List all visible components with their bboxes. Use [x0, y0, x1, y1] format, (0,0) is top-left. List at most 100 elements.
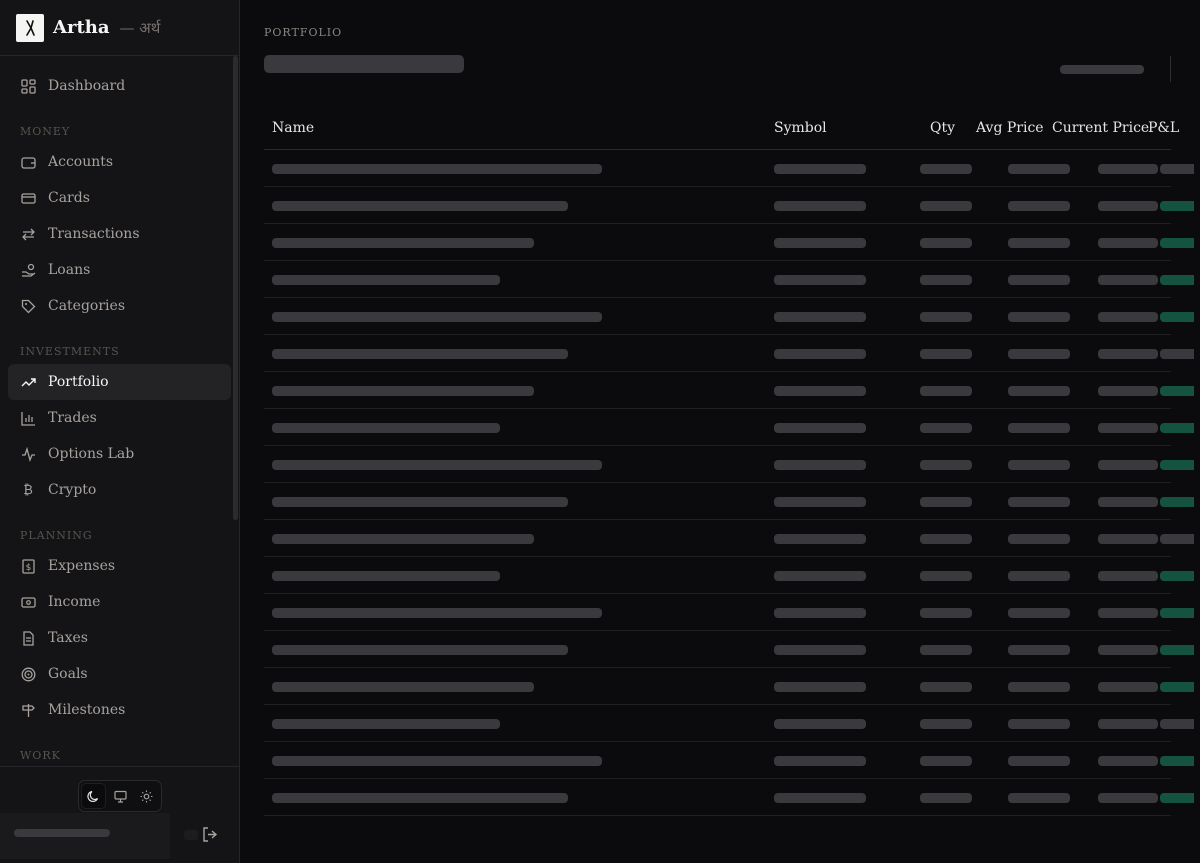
name-cell-skeleton: [272, 756, 602, 766]
column-header-name[interactable]: Name: [272, 120, 314, 136]
section-label-investments: INVESTMENTS: [20, 345, 120, 358]
pl-cell-skeleton: [1160, 756, 1194, 766]
sidebar-item-loans[interactable]: Loans: [8, 252, 231, 288]
sidebar-item-income[interactable]: Income: [8, 584, 231, 620]
table-row-skeleton: [264, 520, 1194, 557]
current-price-cell-skeleton: [1098, 645, 1158, 655]
pl-cell-skeleton: [1160, 571, 1194, 581]
name-cell-skeleton: [272, 571, 500, 581]
avg-price-cell-skeleton: [1008, 164, 1070, 174]
sidebar-item-accounts[interactable]: Accounts: [8, 144, 231, 180]
table-header: Name Symbol Qty Avg Price Current Price …: [264, 110, 1179, 150]
theme-light-button[interactable]: [134, 783, 159, 809]
user-name-skeleton: [14, 829, 110, 837]
holdings-table: Name Symbol Qty Avg Price Current Price …: [264, 110, 1194, 816]
name-cell-skeleton: [272, 349, 568, 359]
bar-chart-icon: [20, 410, 36, 426]
column-header-current-price[interactable]: Current Price: [1052, 120, 1149, 136]
name-cell-skeleton: [272, 201, 568, 211]
qty-cell-skeleton: [920, 534, 972, 544]
avg-price-cell-skeleton: [1008, 386, 1070, 396]
sidebar-item-portfolio[interactable]: Portfolio: [8, 364, 231, 400]
current-price-cell-skeleton: [1098, 423, 1158, 433]
activity-icon: [20, 446, 36, 462]
logout-button[interactable]: [202, 826, 220, 844]
table-row-skeleton: [264, 742, 1194, 779]
credit-card-icon: [20, 190, 36, 206]
current-price-cell-skeleton: [1098, 275, 1158, 285]
sidebar-item-transactions[interactable]: Transactions: [8, 216, 231, 252]
current-price-cell-skeleton: [1098, 571, 1158, 581]
qty-cell-skeleton: [920, 423, 972, 433]
brand-subtitle: — अर्थ: [119, 18, 161, 37]
theme-system-button[interactable]: [108, 783, 133, 809]
sidebar-item-label: Options Lab: [48, 446, 135, 462]
sidebar-item-options-lab[interactable]: Options Lab: [8, 436, 231, 472]
qty-cell-skeleton: [920, 312, 972, 322]
sidebar-item-label: Transactions: [48, 226, 140, 242]
symbol-cell-skeleton: [774, 460, 866, 470]
name-cell-skeleton: [272, 386, 534, 396]
sidebar-item-label: Income: [48, 594, 101, 610]
sidebar-item-cards[interactable]: Cards: [8, 180, 231, 216]
signpost-icon: [20, 702, 36, 718]
table-row-skeleton: [264, 779, 1194, 816]
current-price-cell-skeleton: [1098, 719, 1158, 729]
current-price-cell-skeleton: [1098, 312, 1158, 322]
avg-price-cell-skeleton: [1008, 275, 1070, 285]
current-price-cell-skeleton: [1098, 349, 1158, 359]
current-price-cell-skeleton: [1098, 534, 1158, 544]
avg-price-cell-skeleton: [1008, 682, 1070, 692]
pl-cell-skeleton: [1160, 793, 1194, 803]
wallet-icon: [20, 154, 36, 170]
table-row-skeleton: [264, 261, 1194, 298]
theme-dark-button[interactable]: [81, 783, 106, 809]
sidebar-item-crypto[interactable]: ₿ Crypto: [8, 472, 231, 508]
symbol-cell-skeleton: [774, 793, 866, 803]
column-header-pl[interactable]: P&L: [1148, 120, 1179, 136]
pl-cell-skeleton: [1160, 238, 1194, 248]
current-price-cell-skeleton: [1098, 238, 1158, 248]
column-header-avg-price[interactable]: Avg Price: [976, 120, 1044, 136]
name-cell-skeleton: [272, 645, 568, 655]
symbol-cell-skeleton: [774, 312, 866, 322]
column-header-qty[interactable]: Qty: [930, 120, 955, 136]
avg-price-cell-skeleton: [1008, 201, 1070, 211]
sidebar-item-dashboard[interactable]: Dashboard: [8, 68, 231, 104]
user-profile[interactable]: [0, 813, 170, 859]
sidebar-item-taxes[interactable]: Taxes: [8, 620, 231, 656]
qty-cell-skeleton: [920, 349, 972, 359]
name-cell-skeleton: [272, 164, 602, 174]
sidebar-item-goals[interactable]: Goals: [8, 656, 231, 692]
sidebar-item-label: Trades: [48, 410, 97, 426]
sidebar-item-label: Goals: [48, 666, 88, 682]
symbol-cell-skeleton: [774, 164, 866, 174]
name-cell-skeleton: [272, 238, 534, 248]
symbol-cell-skeleton: [774, 645, 866, 655]
sidebar-item-label: Expenses: [48, 558, 116, 574]
name-cell-skeleton: [272, 608, 602, 618]
qty-cell-skeleton: [920, 682, 972, 692]
current-price-cell-skeleton: [1098, 201, 1158, 211]
name-cell-skeleton: [272, 719, 500, 729]
current-price-cell-skeleton: [1098, 682, 1158, 692]
name-cell-skeleton: [272, 423, 500, 433]
sun-icon: [140, 790, 153, 802]
name-cell-skeleton: [272, 275, 500, 285]
sidebar-scrollbar[interactable]: [233, 56, 238, 520]
brand-name: Artha: [53, 17, 110, 38]
current-price-cell-skeleton: [1098, 608, 1158, 618]
sidebar-item-label: Milestones: [48, 702, 126, 718]
avg-price-cell-skeleton: [1008, 460, 1070, 470]
symbol-cell-skeleton: [774, 386, 866, 396]
sidebar-item-expenses[interactable]: $ Expenses: [8, 548, 231, 584]
sidebar-item-categories[interactable]: Categories: [8, 288, 231, 324]
table-row-skeleton: [264, 668, 1194, 705]
symbol-cell-skeleton: [774, 423, 866, 433]
sidebar-item-milestones[interactable]: Milestones: [8, 692, 231, 728]
section-label-planning: PLANNING: [20, 529, 93, 542]
sidebar-item-trades[interactable]: Trades: [8, 400, 231, 436]
dashboard-icon: [20, 78, 36, 94]
pl-cell-skeleton: [1160, 349, 1194, 359]
column-header-symbol[interactable]: Symbol: [774, 120, 827, 136]
